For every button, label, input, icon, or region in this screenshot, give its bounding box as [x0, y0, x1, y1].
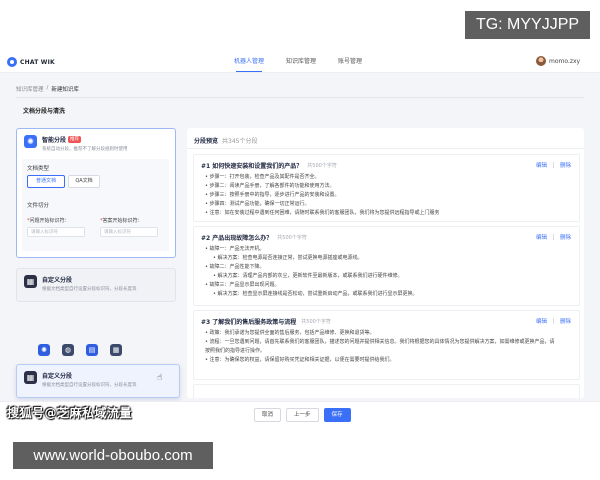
segment-char-count: 共500个字符 — [307, 163, 337, 169]
segment-line: • 步骤二：阅读产品手册，了解各部件的功能和使用方法。 — [205, 183, 335, 189]
breadcrumb: 知识库管理 / 新建知识库 — [16, 85, 79, 93]
delete-button[interactable]: 删除 — [560, 317, 571, 325]
grid-icon: ▦ — [24, 371, 37, 384]
doc-type-qa-button[interactable]: QA文档 — [68, 175, 100, 188]
segment-card-3: #3 了解我们的售后服务政策与流程 共500个字符 编辑 删除 • 政策：我们承… — [193, 310, 580, 380]
segment-line: • 步骤三：按照手册中的指导，逐步进行产品的安装和设置。 — [205, 192, 340, 198]
segment-line: • 步骤四：测试产品功能，确保一切正常运行。 — [205, 201, 310, 207]
smart-segment-desc: 系统自动分段，推荐不了解分段规则时使用 — [42, 147, 128, 152]
tool-icon-row: ✺ ◍ ▤ ▦ — [38, 344, 122, 356]
main-nav: 机器人管理 知识库管理 账号管理 — [234, 52, 362, 72]
segment-preview-panel: 分段预览 共345个分段 #1 如何快速安装和设置我们的产品？ 共500个字符 … — [187, 128, 584, 398]
segment-card-1: #1 如何快速安装和设置我们的产品？ 共500个字符 编辑 删除 • 步骤一：打… — [193, 154, 580, 222]
custom-segment-card[interactable]: ▦ 自定义分段 根据文档类型自行设置分段标识符，分段长度等 — [16, 268, 176, 302]
segment-line: • 流程：一旦您遇到问题，请首先联系我们的客服团队，描述您的问题并提供相关信息。… — [205, 339, 555, 354]
brain-icon: ✺ — [24, 135, 37, 148]
answer-marker-input[interactable]: 请输入标识符 — [100, 227, 158, 237]
answer-marker-label: *答案开始标识符： — [100, 218, 143, 224]
segment-line: • 故障一：产品无法开机。 — [205, 246, 265, 252]
nav-knowledge-base[interactable]: 知识库管理 — [286, 52, 316, 72]
segment-title: #1 如何快速安装和设置我们的产品？ — [201, 163, 303, 170]
breadcrumb-parent[interactable]: 知识库管理 — [16, 85, 44, 93]
divider — [187, 148, 584, 149]
segment-line: • 解决方案：清理产品内部的灰尘，更新软件至最新版本，或联系我们进行硬件维修。 — [213, 273, 403, 279]
custom-segment-title: 自定义分段 — [42, 277, 73, 284]
segment-line: • 注意：为确保您的权益，请保留好购买凭证和相关证据，以便在需要时提供给我们。 — [205, 357, 395, 363]
save-button[interactable]: 保存 — [323, 408, 351, 422]
hand-cursor-icon: ☝ — [157, 373, 163, 383]
edit-button[interactable]: 编辑 — [536, 233, 547, 241]
app-window: CHAT WIK 机器人管理 知识库管理 账号管理 momo.zxy 知识库管理… — [0, 52, 600, 427]
segment-card-4 — [193, 384, 580, 398]
user-name: momo.zxy — [549, 57, 581, 65]
recommend-badge: 推荐 — [68, 136, 82, 143]
previous-step-button[interactable]: 上一步 — [286, 408, 319, 422]
tg-badge: TG: MYYJJPP — [465, 11, 590, 39]
chat-logo-icon — [7, 57, 17, 67]
delete-button[interactable]: 删除 — [560, 233, 571, 241]
segment-line: • 解决方案：检查显示屏连接线是否松动，尝试重新启动产品，或联系我们进行显示屏更… — [213, 291, 418, 297]
sohu-watermark: 搜狐号@芝麻私域流量 — [7, 406, 133, 420]
edit-button[interactable]: 编辑 — [536, 161, 547, 169]
top-navbar: CHAT WIK 机器人管理 知识库管理 账号管理 momo.zxy — [0, 52, 600, 73]
cancel-button[interactable]: 取消 — [254, 408, 282, 422]
avatar — [536, 56, 546, 66]
nav-account-management[interactable]: 账号管理 — [338, 52, 362, 72]
segment-line: • 故障二：产品性能下降。 — [205, 264, 265, 270]
question-marker-label: *问题开始标识符： — [27, 218, 70, 224]
divider — [552, 318, 554, 324]
doc-type-normal-button[interactable]: 普通文档 — [27, 175, 65, 188]
dragging-custom-segment-card[interactable]: ▦ 自定义分段 根据文档类型自行设置分段标识符，分段长度等 ☝ — [16, 364, 180, 398]
divider — [552, 162, 554, 168]
divider — [552, 234, 554, 240]
custom-segment-desc: 根据文档类型自行设置分段标识符，分段长度等 — [42, 287, 137, 292]
segment-title: #2 产品出现故障怎么办？ — [201, 235, 273, 242]
page-title: 文档分段与清洗 — [23, 108, 66, 115]
smart-segment-settings: 文档类型 普通文档 QA文档 文件切分 *问题开始标识符： *答案开始标识符： … — [22, 159, 169, 251]
divider — [16, 97, 584, 98]
user-menu[interactable]: momo.zxy — [536, 56, 580, 66]
segment-mode-panel: ✺ 智能分段 推荐 系统自动分段，推荐不了解分段规则时使用 文档类型 普通文档 … — [16, 128, 180, 398]
preview-header: 分段预览 共345个分段 — [194, 136, 257, 145]
grid-icon[interactable]: ▦ — [110, 344, 122, 356]
segment-line: • 注意：如在安装过程中遇到任何困难，请随时联系我们的客服团队，我们将为您提供远… — [205, 210, 440, 216]
edit-button[interactable]: 编辑 — [536, 317, 547, 325]
drag-card-title: 自定义分段 — [42, 373, 73, 380]
smart-segment-card[interactable]: ✺ 智能分段 推荐 系统自动分段，推荐不了解分段规则时使用 文档类型 普通文档 … — [16, 128, 176, 258]
brand-logo[interactable]: CHAT WIK — [7, 57, 55, 67]
preview-title: 分段预览 — [194, 138, 219, 145]
delete-button[interactable]: 删除 — [560, 161, 571, 169]
segment-title: #3 了解我们的售后服务政策与流程 — [201, 319, 297, 326]
segment-line: • 政策：我们承诺为您提供全面的售后服务，包括产品维修、更换和退货等。 — [205, 330, 375, 336]
preview-count: 共345个分段 — [222, 138, 258, 145]
split-label: 文件切分 — [27, 203, 50, 209]
segment-char-count: 共500个字符 — [277, 235, 307, 241]
grid-icon: ▦ — [24, 275, 37, 288]
breadcrumb-separator: / — [46, 85, 49, 91]
nav-robot-management[interactable]: 机器人管理 — [234, 52, 264, 72]
document-icon[interactable]: ▤ — [86, 344, 98, 356]
brain-icon[interactable]: ✺ — [38, 344, 50, 356]
doc-type-label: 文档类型 — [27, 166, 50, 172]
segment-line: • 步骤一：打开包装，检查产品及其配件是否齐全。 — [205, 174, 320, 180]
question-marker-input[interactable]: 请输入标识符 — [27, 227, 85, 237]
url-badge: www.world-oboubo.com — [13, 442, 213, 469]
smart-segment-title: 智能分段 — [42, 137, 67, 144]
breadcrumb-current: 新建知识库 — [51, 87, 79, 93]
segment-card-2: #2 产品出现故障怎么办？ 共500个字符 编辑 删除 • 故障一：产品无法开机… — [193, 226, 580, 306]
segment-char-count: 共500个字符 — [301, 319, 331, 325]
segment-line: • 故障三：产品显示屏出现问题。 — [205, 282, 280, 288]
globe-icon[interactable]: ◍ — [62, 344, 74, 356]
brand-name: CHAT WIK — [20, 58, 55, 66]
drag-card-desc: 根据文档类型自行设置分段标识符，分段长度等 — [42, 383, 137, 388]
segment-line: • 解决方案：检查电源是否连接正常，尝试更换电源插座或电源线。 — [213, 255, 363, 261]
